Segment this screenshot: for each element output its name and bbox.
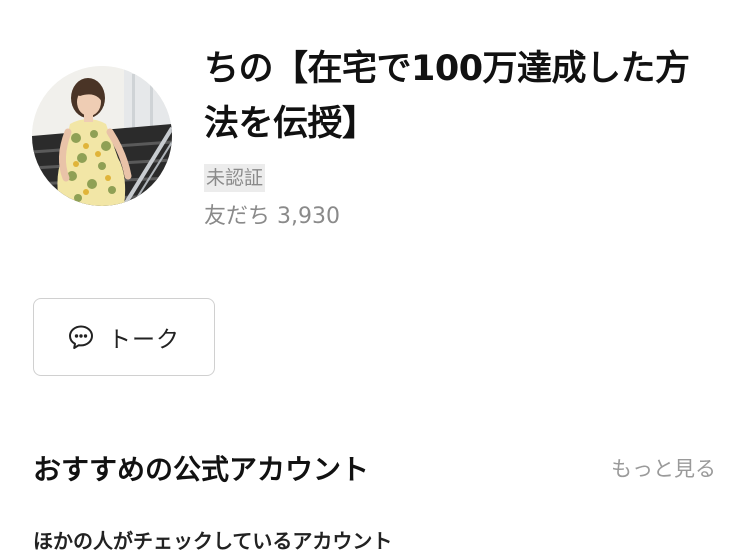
account-name: ちの【在宅で100万達成した方法を伝授】 (204, 49, 690, 144)
recommended-section-title: おすすめの公式アカウント (33, 453, 370, 486)
talk-button[interactable]: トーク (33, 298, 215, 376)
friends-label: 友だち (204, 204, 271, 229)
friends-count: 友だち 3,930 (204, 200, 340, 234)
profile-photo (32, 66, 172, 206)
recommended-subtitle: ほかの人がチェックしているアカウント (33, 529, 393, 553)
talk-label: トーク (108, 327, 180, 353)
chat-bubble-icon (68, 324, 94, 350)
avatar[interactable] (32, 66, 172, 206)
friends-value: 3,930 (277, 204, 340, 229)
verification-badge: 未認証 (204, 164, 266, 192)
see-more-link[interactable]: もっと見る (611, 452, 716, 486)
